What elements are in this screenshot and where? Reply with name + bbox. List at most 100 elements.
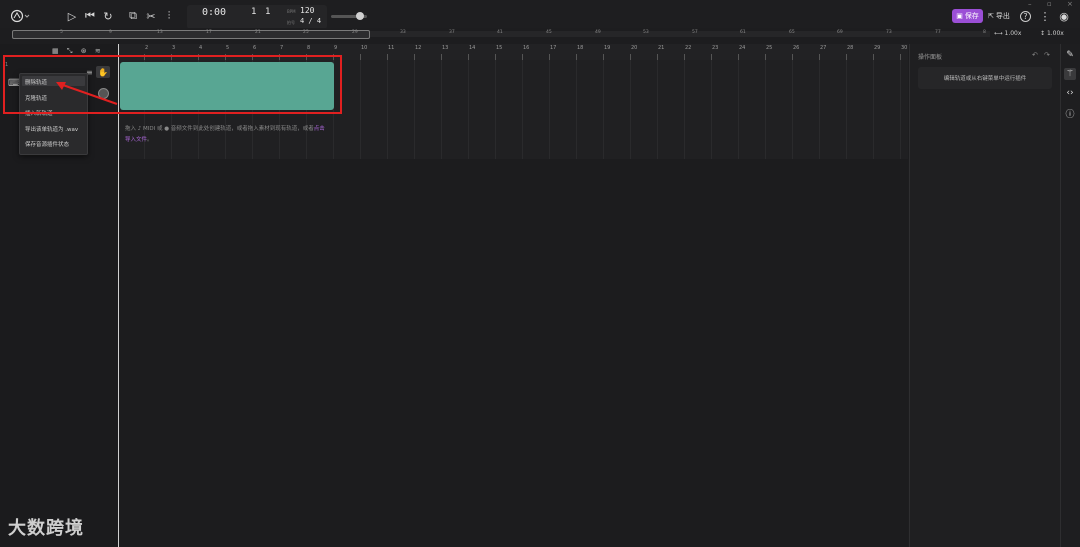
skip-back-icon: ⏮: [85, 9, 95, 22]
hint-text: 拖入 ♪ MIDI 或 ● 音频文件到此处创建轨道，或者拖入素材到现有轨道，或者: [125, 126, 314, 132]
overview-number: 5: [60, 30, 63, 35]
operations-panel: [909, 44, 1060, 547]
ruler-number: 23: [712, 45, 719, 51]
ruler-number: 28: [847, 45, 854, 51]
overview-viewport[interactable]: [12, 30, 370, 39]
mixer-button[interactable]: ⫶: [161, 8, 177, 24]
overview-number: 57: [692, 30, 698, 35]
ruler-number: 6: [253, 45, 257, 51]
menu-item-export-wav[interactable]: 导出该单轨道为 .wav: [25, 125, 78, 133]
ruler-number: 17: [550, 45, 557, 51]
ruler-number: 22: [685, 45, 692, 51]
export-label: 导出: [995, 12, 1010, 20]
redo-icon[interactable]: ↷: [1044, 51, 1050, 59]
ruler-number: 21: [658, 45, 665, 51]
export-button[interactable]: ⇱ 导出: [988, 9, 1016, 23]
maximize-icon[interactable]: ▫: [1047, 0, 1052, 8]
watermark: 大数跨境: [8, 518, 84, 539]
ruler-number: 12: [415, 45, 422, 51]
overview-track[interactable]: [370, 31, 990, 37]
resize-icon[interactable]: ⤡: [67, 47, 73, 55]
overview-number: 9: [109, 30, 112, 35]
play-button[interactable]: ▷: [64, 8, 80, 24]
loop-button[interactable]: ↻: [100, 8, 116, 24]
playhead[interactable]: [118, 44, 119, 547]
overview-number: 41: [497, 30, 503, 35]
grid-line: [873, 60, 874, 159]
grid-line: [684, 60, 685, 159]
ruler-number: 7: [280, 45, 284, 51]
drop-hint: 拖入 ♪ MIDI 或 ● 音频文件到此处创建轨道，或者拖入素材到现有轨道，或者…: [125, 124, 325, 146]
overview-number: 53: [643, 30, 649, 35]
time-signature[interactable]: 4 / 4: [300, 17, 321, 25]
ruler-number: 15: [496, 45, 503, 51]
info-icon[interactable]: ⓘ: [1064, 107, 1076, 120]
save-label: 保存: [964, 12, 979, 20]
help-icon: ?: [1023, 12, 1028, 21]
panel-message: 编辑轨道或从右键菜单中运行插件: [918, 67, 1052, 89]
highlight-box: [3, 55, 342, 114]
grid-line: [657, 60, 658, 159]
bar-display: 1: [251, 7, 257, 17]
user-button[interactable]: ◉: [1056, 8, 1072, 24]
overview-number: 69: [837, 30, 843, 35]
empty-arrangement-area[interactable]: [118, 159, 908, 547]
ruler-number: 29: [874, 45, 881, 51]
grid-line: [387, 60, 388, 159]
grid-line: [468, 60, 469, 159]
overview-number: 17: [206, 30, 212, 35]
overview-number: 77: [935, 30, 941, 35]
panel-title: 操作面板: [918, 54, 943, 61]
scissors-icon: ✂: [146, 9, 156, 23]
signature-label: 拍号: [287, 20, 295, 25]
overview-number: 29: [352, 30, 358, 35]
v-zoom-value: 1.00x: [1046, 30, 1064, 37]
beat-display: 1: [265, 7, 271, 17]
ruler-number: 25: [766, 45, 773, 51]
more-button[interactable]: ⋮: [1037, 8, 1053, 24]
ruler-number: 11: [388, 45, 395, 51]
ruler-number: 18: [577, 45, 584, 51]
ruler-number: 27: [820, 45, 827, 51]
grid-icon[interactable]: ▦: [52, 47, 59, 55]
volume-slider-handle[interactable]: [356, 12, 364, 20]
horizontal-zoom[interactable]: ⟷ 1.00x: [994, 30, 1021, 37]
code-icon[interactable]: ‹›: [1064, 87, 1076, 99]
magic-wand-icon[interactable]: ⚚: [1064, 68, 1076, 80]
vertical-zoom[interactable]: ↕ 1.00x: [1040, 30, 1064, 37]
grid-line: [414, 60, 415, 159]
overview-number: 8: [983, 30, 986, 35]
edit-icon[interactable]: ✎: [1064, 49, 1076, 61]
ruler-number: 3: [172, 45, 176, 51]
ruler-number: 26: [793, 45, 800, 51]
bpm-label: BPM: [287, 9, 296, 14]
grid-line: [522, 60, 523, 159]
undo-icon[interactable]: ↶: [1032, 51, 1038, 59]
grid-line: [630, 60, 631, 159]
grid-line: [819, 60, 820, 159]
export-icon: ⇱: [988, 12, 994, 20]
overview-number: 21: [255, 30, 261, 35]
crop-button[interactable]: ⧉: [125, 8, 141, 24]
minimize-icon[interactable]: –: [1028, 0, 1032, 8]
ruler-number: 30: [901, 45, 908, 51]
bpm-value[interactable]: 120: [300, 6, 314, 15]
more-icon: ⋮: [1039, 9, 1051, 23]
save-button[interactable]: ▣ 保存: [952, 9, 983, 23]
menu-item-save-plugin-state[interactable]: 保存音源插件状态: [25, 140, 69, 148]
close-icon[interactable]: ×: [1067, 0, 1073, 8]
logo-menu-button[interactable]: [10, 8, 32, 24]
grid-line: [711, 60, 712, 159]
help-button[interactable]: ?: [1020, 11, 1031, 22]
magnet-icon[interactable]: ⊛: [81, 47, 87, 55]
cut-button[interactable]: ✂: [143, 8, 159, 24]
logo-icon: [11, 9, 30, 23]
stack-icon[interactable]: ≋: [95, 47, 101, 55]
ruler-number: 5: [226, 45, 230, 51]
ruler-number: 8: [307, 45, 311, 51]
grid-line: [738, 60, 739, 159]
grid-line: [360, 60, 361, 159]
grid-line: [900, 60, 901, 159]
rewind-button[interactable]: ⏮: [82, 8, 98, 24]
ruler-number: 14: [469, 45, 476, 51]
